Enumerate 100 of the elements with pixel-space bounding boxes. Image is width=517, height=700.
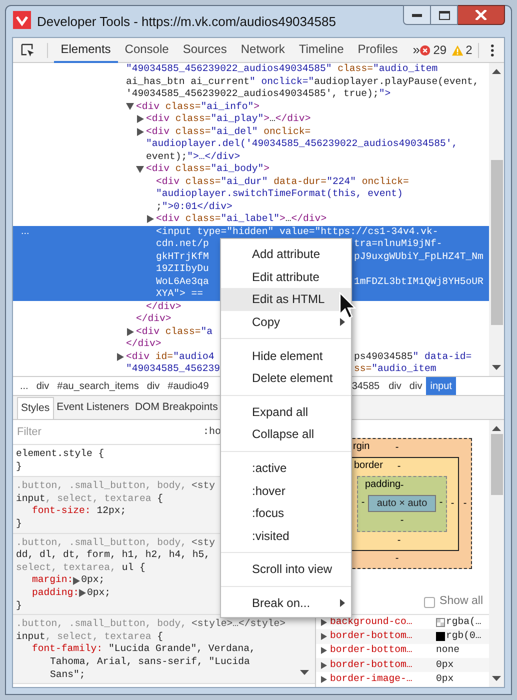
rule-selector: input, select, textarea { — [16, 630, 163, 644]
rule-selector: element.style { — [16, 448, 104, 461]
rule-source-link[interactable]: <style>…</style> — [192, 618, 286, 631]
scroll-down-icon[interactable] — [492, 365, 501, 370]
triangle-right-icon[interactable] — [127, 328, 134, 336]
inspect-element-icon[interactable] — [21, 42, 35, 58]
scroll-down-icon[interactable] — [492, 676, 501, 681]
code-line: </div> — [146, 300, 182, 313]
scrollbar[interactable] — [489, 63, 504, 376]
sidebar-tab[interactable]: DOM Breakpoints — [132, 397, 221, 419]
menu-item[interactable]: :hover — [221, 479, 351, 502]
menu-item[interactable]: Add attribute — [221, 243, 351, 266]
menu-item[interactable]: :visited — [221, 524, 351, 548]
maximize-button[interactable] — [431, 5, 458, 25]
rule-source-link[interactable]: <sty — [192, 480, 216, 493]
rule-selector: .button, .small_button, body, — [16, 480, 186, 493]
expand-triangle-icon[interactable] — [73, 576, 80, 585]
breadcrumb[interactable]: input — [426, 377, 456, 395]
scrollbar-thumb[interactable] — [490, 160, 502, 325]
menu-item[interactable]: :active — [221, 456, 351, 480]
scrollbar-thumb[interactable] — [490, 434, 502, 495]
menu-item[interactable]: Delete element — [221, 366, 351, 390]
minimize-button[interactable] — [403, 5, 431, 25]
triangle-down-icon[interactable] — [126, 103, 134, 110]
more-tabs-button[interactable]: » — [412, 40, 420, 60]
computed-property: background-co… — [330, 614, 414, 629]
code-line: <div class="ai_del" onclick= — [146, 126, 311, 138]
code-line: ss="audio_item — [354, 363, 436, 376]
more-options-icon[interactable] — [491, 44, 494, 56]
breadcrumb[interactable]: div — [384, 377, 406, 395]
triangle-right-icon[interactable] — [117, 352, 124, 361]
box-model-value: - — [397, 462, 401, 472]
menu-item[interactable]: Edit as HTML — [221, 288, 351, 311]
menu-item[interactable]: Expand all — [221, 400, 351, 424]
menu-item[interactable]: Copy — [221, 310, 351, 334]
panel-tab[interactable]: Network — [234, 38, 292, 62]
code-line: "49034585_456239022_audios49034585" class="audio_item — [126, 63, 438, 76]
code-line: tra=nlnuMi9jNf- — [354, 238, 442, 250]
error-icon — [420, 44, 430, 56]
filter-field[interactable]: Filter — [17, 424, 203, 440]
app-logo-icon — [13, 11, 31, 29]
style-declaration: font-size: 12px; — [31, 505, 126, 518]
box-model-value: - — [395, 554, 399, 564]
sidebar-tab[interactable]: Event Listeners — [54, 397, 132, 419]
breadcrumb[interactable]: div — [405, 377, 426, 395]
error-count[interactable]: 29 — [433, 41, 447, 59]
menu-item[interactable]: Collapse all — [221, 423, 351, 446]
triangle-down-icon[interactable] — [136, 166, 144, 173]
panel-tab[interactable]: Elements — [54, 38, 118, 62]
scroll-up-icon[interactable] — [492, 69, 501, 74]
code-line: <div class="a — [136, 326, 212, 338]
panel-tab[interactable]: Console — [118, 38, 176, 62]
triangle-right-icon[interactable] — [147, 215, 154, 224]
code-line: "49034585_456239 — [126, 363, 220, 376]
ellipsis-marker[interactable]: ... — [21, 226, 30, 237]
close-button[interactable] — [458, 5, 505, 25]
warning-icon — [452, 44, 463, 56]
menu-item[interactable]: :focus — [221, 502, 351, 525]
close-icon — [475, 10, 487, 20]
code-line: "audioplayer.switchTimeFormat(this, event) — [156, 188, 403, 200]
breadcrumb[interactable]: #audio49 — [164, 377, 213, 395]
computed-value: none — [436, 643, 460, 658]
show-all-checkbox[interactable] — [424, 596, 435, 608]
menu-item[interactable]: Break on... — [221, 592, 351, 614]
maximize-icon — [438, 10, 450, 20]
menu-item[interactable]: Edit attribute — [221, 266, 351, 288]
code-line: XYA"> == — [156, 288, 204, 300]
scrollbar[interactable] — [489, 420, 504, 687]
box-model-value: - — [450, 498, 454, 509]
code-line: "audioplayer.del('49034585_456239022_audios49034585', — [146, 138, 458, 150]
code-line: <div class="ai_label">…</div> — [156, 213, 327, 226]
menu-item[interactable]: Scroll into view — [221, 558, 351, 581]
box-model-label: rgin — [353, 442, 370, 452]
warning-count[interactable]: 2 — [466, 41, 472, 59]
panel-tab[interactable]: Sources — [176, 38, 234, 62]
rule-brace: } — [16, 518, 22, 531]
panel-tab[interactable]: Timeline — [292, 38, 351, 62]
rule-selector: input, select, textarea { — [16, 492, 163, 506]
rule-source-link[interactable]: <sty — [192, 536, 216, 550]
rule-selector: select, textarea, ul { — [16, 562, 146, 574]
computed-value: rgb(0… — [446, 629, 482, 644]
breadcrumb[interactable]: div — [32, 377, 54, 395]
scroll-down-icon[interactable] — [300, 670, 309, 675]
breadcrumb[interactable]: #au_search_items — [53, 377, 143, 395]
window-title: Developer Tools - https://m.vk.com/audios49034585 — [37, 13, 336, 31]
show-all-label[interactable]: Show all — [440, 593, 483, 611]
code-line: </div> — [126, 338, 162, 350]
expand-triangle-icon[interactable] — [79, 589, 86, 598]
box-model-value: - — [463, 498, 467, 509]
code-line: <div class="ai_body"> — [146, 163, 270, 176]
menu-item[interactable]: Hide element — [221, 344, 351, 367]
scroll-up-icon[interactable] — [492, 426, 501, 431]
computed-value: rgba(… — [446, 614, 482, 629]
computed-property: border-bottom… — [330, 643, 414, 658]
breadcrumb[interactable]: div — [142, 377, 164, 395]
sidebar-tab[interactable]: Styles — [17, 397, 54, 419]
breadcrumb[interactable]: ... — [16, 377, 32, 395]
triangle-right-icon[interactable] — [137, 128, 144, 136]
panel-tab[interactable]: Profiles — [350, 38, 405, 62]
triangle-right-icon[interactable] — [137, 115, 144, 124]
